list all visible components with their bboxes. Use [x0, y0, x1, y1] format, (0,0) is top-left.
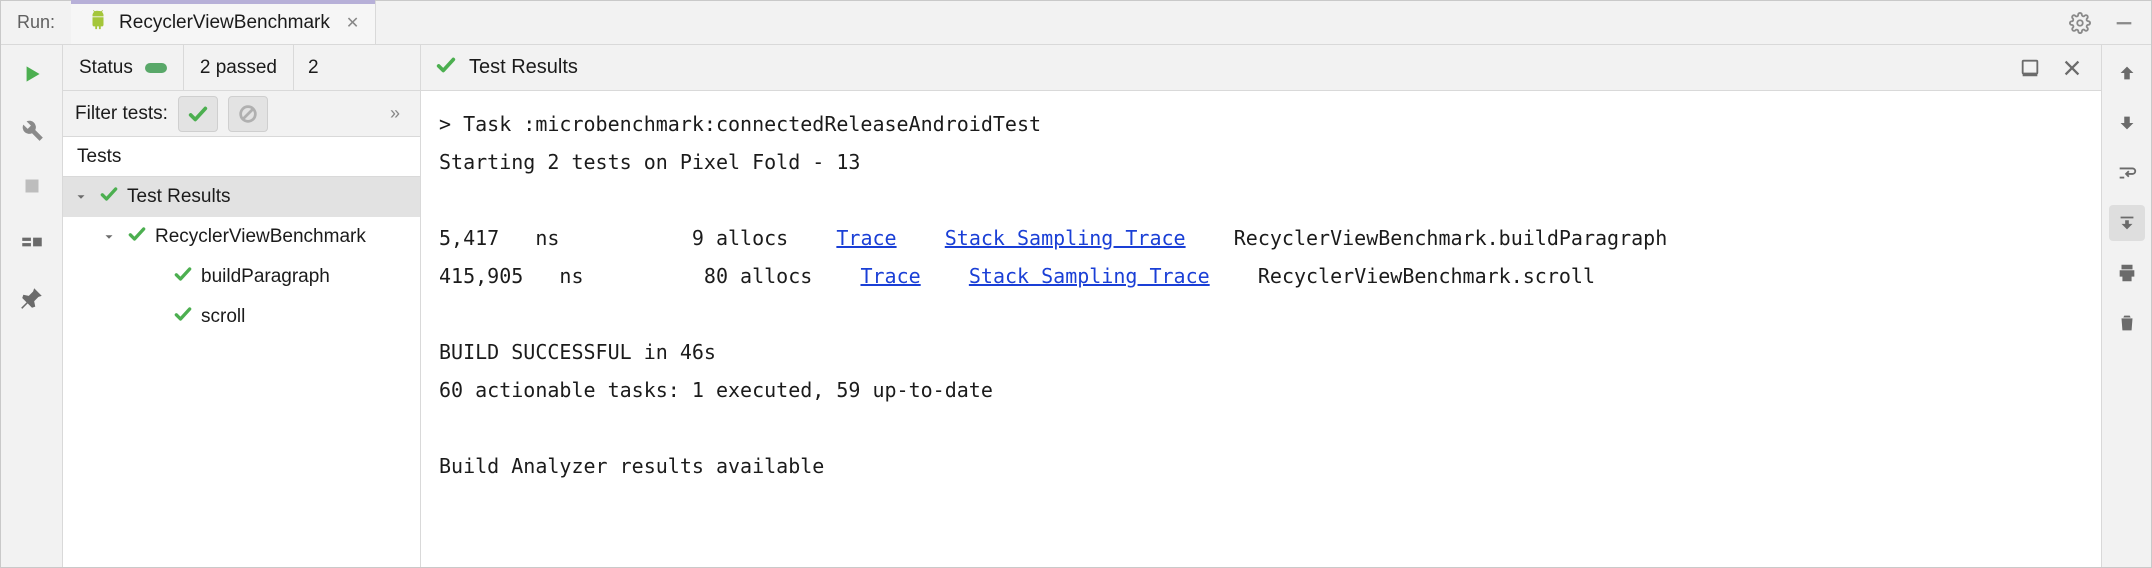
chevron-down-icon[interactable]	[99, 230, 119, 244]
console-gutter	[2101, 45, 2151, 567]
run-label: Run:	[1, 1, 71, 44]
test-tree-panel: Status 2 passed 2 Filter tests: » Tests	[63, 45, 421, 567]
close-icon[interactable]	[2057, 53, 2087, 83]
stop-icon[interactable]	[15, 169, 49, 203]
tree-node-suite[interactable]: RecyclerViewBenchmark	[63, 217, 420, 257]
status-pill-icon	[145, 63, 167, 73]
scroll-down-icon[interactable]	[2109, 105, 2145, 141]
rerun-icon[interactable]	[15, 57, 49, 91]
tests-header: Tests	[63, 137, 420, 177]
run-tab-label: RecyclerViewBenchmark	[119, 12, 330, 34]
status-row: Status 2 passed 2	[63, 45, 420, 91]
trace-link[interactable]: Trace	[860, 264, 920, 288]
check-icon	[435, 54, 457, 81]
tree-node-label: buildParagraph	[201, 266, 330, 288]
chevron-down-icon[interactable]	[71, 190, 91, 204]
filter-more-button[interactable]: »	[384, 103, 408, 124]
export-icon[interactable]	[2015, 53, 2045, 83]
console-header: Test Results	[421, 45, 2101, 91]
scroll-up-icon[interactable]	[2109, 55, 2145, 91]
run-gutter	[1, 45, 63, 567]
tree-node-test[interactable]: buildParagraph	[63, 257, 420, 297]
check-icon	[127, 224, 147, 250]
gear-icon[interactable]	[2067, 10, 2093, 36]
filter-label: Filter tests:	[75, 103, 168, 125]
filter-passed-button[interactable]	[178, 96, 218, 132]
layout-icon[interactable]	[15, 225, 49, 259]
total-count: 2	[294, 57, 333, 79]
soft-wrap-icon[interactable]	[2109, 155, 2145, 191]
pin-icon[interactable]	[15, 281, 49, 315]
test-tree[interactable]: Test Results RecyclerViewBenchmark build…	[63, 177, 420, 567]
tree-node-label: RecyclerViewBenchmark	[155, 226, 366, 248]
tree-node-test[interactable]: scroll	[63, 297, 420, 337]
wrench-icon[interactable]	[15, 113, 49, 147]
tree-node-label: Test Results	[127, 186, 230, 208]
stack-trace-link[interactable]: Stack Sampling Trace	[945, 226, 1186, 250]
trace-link[interactable]: Trace	[836, 226, 896, 250]
console: Test Results > Task :microbenchmark:conn…	[421, 45, 2101, 567]
passed-count: 2 passed	[200, 57, 277, 79]
console-output[interactable]: > Task :microbenchmark:connectedReleaseA…	[421, 91, 2101, 567]
filter-ignored-button[interactable]	[228, 96, 268, 132]
check-icon	[99, 184, 119, 210]
tree-node-root[interactable]: Test Results	[63, 177, 420, 217]
close-icon[interactable]: ✕	[340, 13, 359, 33]
print-icon[interactable]	[2109, 255, 2145, 291]
tree-node-label: scroll	[201, 306, 245, 328]
run-tab[interactable]: RecyclerViewBenchmark ✕	[71, 1, 376, 44]
check-icon	[173, 304, 193, 330]
check-icon	[173, 264, 193, 290]
tool-window-header: Run: RecyclerViewBenchmark ✕	[1, 1, 2151, 45]
status-label: Status	[79, 57, 133, 79]
android-icon	[87, 9, 109, 36]
stack-trace-link[interactable]: Stack Sampling Trace	[969, 264, 1210, 288]
trash-icon[interactable]	[2109, 305, 2145, 341]
minimize-icon[interactable]	[2111, 10, 2137, 36]
scroll-to-end-icon[interactable]	[2109, 205, 2145, 241]
console-title: Test Results	[469, 56, 578, 79]
filter-row: Filter tests: »	[63, 91, 420, 137]
